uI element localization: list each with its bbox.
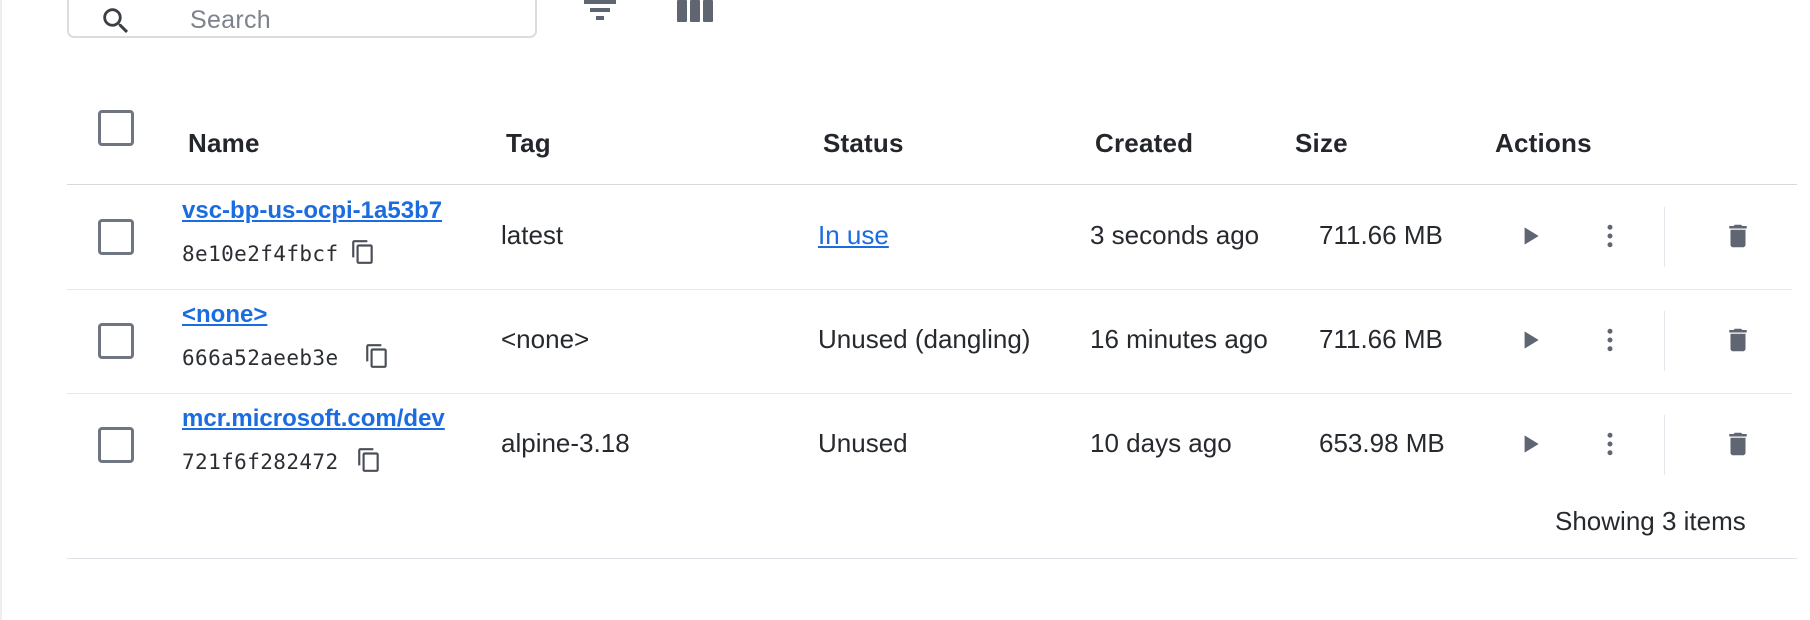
more-vert-icon[interactable] — [1595, 221, 1625, 251]
column-header-name[interactable]: Name — [188, 128, 260, 159]
column-header-status[interactable]: Status — [823, 128, 904, 159]
status-cell: Unused (dangling) — [818, 324, 1031, 354]
trash-icon[interactable] — [1723, 220, 1753, 252]
table-row: vsc-bp-us-ocpi-1a53b7 8e10e2f4fbcf lates… — [67, 185, 1792, 290]
column-header-created[interactable]: Created — [1095, 128, 1193, 159]
created-cell: 10 days ago — [1090, 428, 1232, 458]
copy-icon[interactable] — [350, 238, 376, 266]
status-cell: Unused — [818, 428, 908, 458]
actions-divider — [1664, 311, 1665, 371]
status-link[interactable]: In use — [818, 220, 1078, 251]
row-checkbox[interactable] — [98, 323, 134, 359]
play-icon[interactable] — [1517, 327, 1543, 353]
trash-icon[interactable] — [1723, 324, 1753, 356]
play-icon[interactable] — [1517, 431, 1543, 457]
items-count: Showing 3 items — [1555, 506, 1746, 536]
size-cell: 653.98 MB — [1319, 428, 1445, 458]
size-cell: 711.66 MB — [1319, 324, 1443, 354]
image-id: 8e10e2f4fbcf — [182, 242, 339, 266]
image-name-link[interactable]: <none> — [182, 301, 550, 329]
table-header: Name Tag Status Created Size Actions — [67, 100, 1797, 185]
table-row: <none> 666a52aeeb3e <none> Unused (dangl… — [67, 289, 1792, 394]
actions-divider — [1664, 207, 1665, 267]
search-placeholder: Search — [190, 6, 272, 34]
footer-divider — [67, 558, 1797, 559]
actions-divider — [1664, 415, 1665, 475]
table-row: mcr.microsoft.com/dev 721f6f282472 alpin… — [67, 393, 1792, 497]
columns-icon[interactable] — [675, 0, 715, 24]
tag-cell: <none> — [501, 324, 590, 354]
column-header-size[interactable]: Size — [1295, 128, 1348, 159]
column-header-actions: Actions — [1495, 128, 1592, 158]
more-vert-icon[interactable] — [1595, 429, 1625, 459]
column-header-tag[interactable]: Tag — [506, 128, 551, 159]
image-id: 721f6f282472 — [182, 450, 339, 474]
filter-icon[interactable] — [580, 0, 620, 24]
image-name-link[interactable]: vsc-bp-us-ocpi-1a53b7 — [182, 197, 550, 225]
tag-cell: latest — [501, 220, 564, 250]
left-border — [0, 0, 2, 620]
copy-icon[interactable] — [356, 446, 382, 474]
row-checkbox[interactable] — [98, 427, 134, 463]
image-id: 666a52aeeb3e — [182, 346, 339, 370]
created-cell: 3 seconds ago — [1090, 220, 1260, 250]
created-cell: 16 minutes ago — [1090, 324, 1268, 354]
select-all-checkbox[interactable] — [98, 110, 134, 146]
search-input[interactable]: Search — [67, 0, 537, 38]
trash-icon[interactable] — [1723, 428, 1753, 460]
copy-icon[interactable] — [364, 342, 390, 370]
search-icon — [103, 8, 129, 34]
play-icon[interactable] — [1517, 223, 1543, 249]
row-checkbox[interactable] — [98, 219, 134, 255]
size-cell: 711.66 MB — [1319, 220, 1443, 250]
image-name-link[interactable]: mcr.microsoft.com/dev — [182, 405, 550, 433]
more-vert-icon[interactable] — [1595, 325, 1625, 355]
tag-cell: alpine-3.18 — [501, 428, 630, 458]
